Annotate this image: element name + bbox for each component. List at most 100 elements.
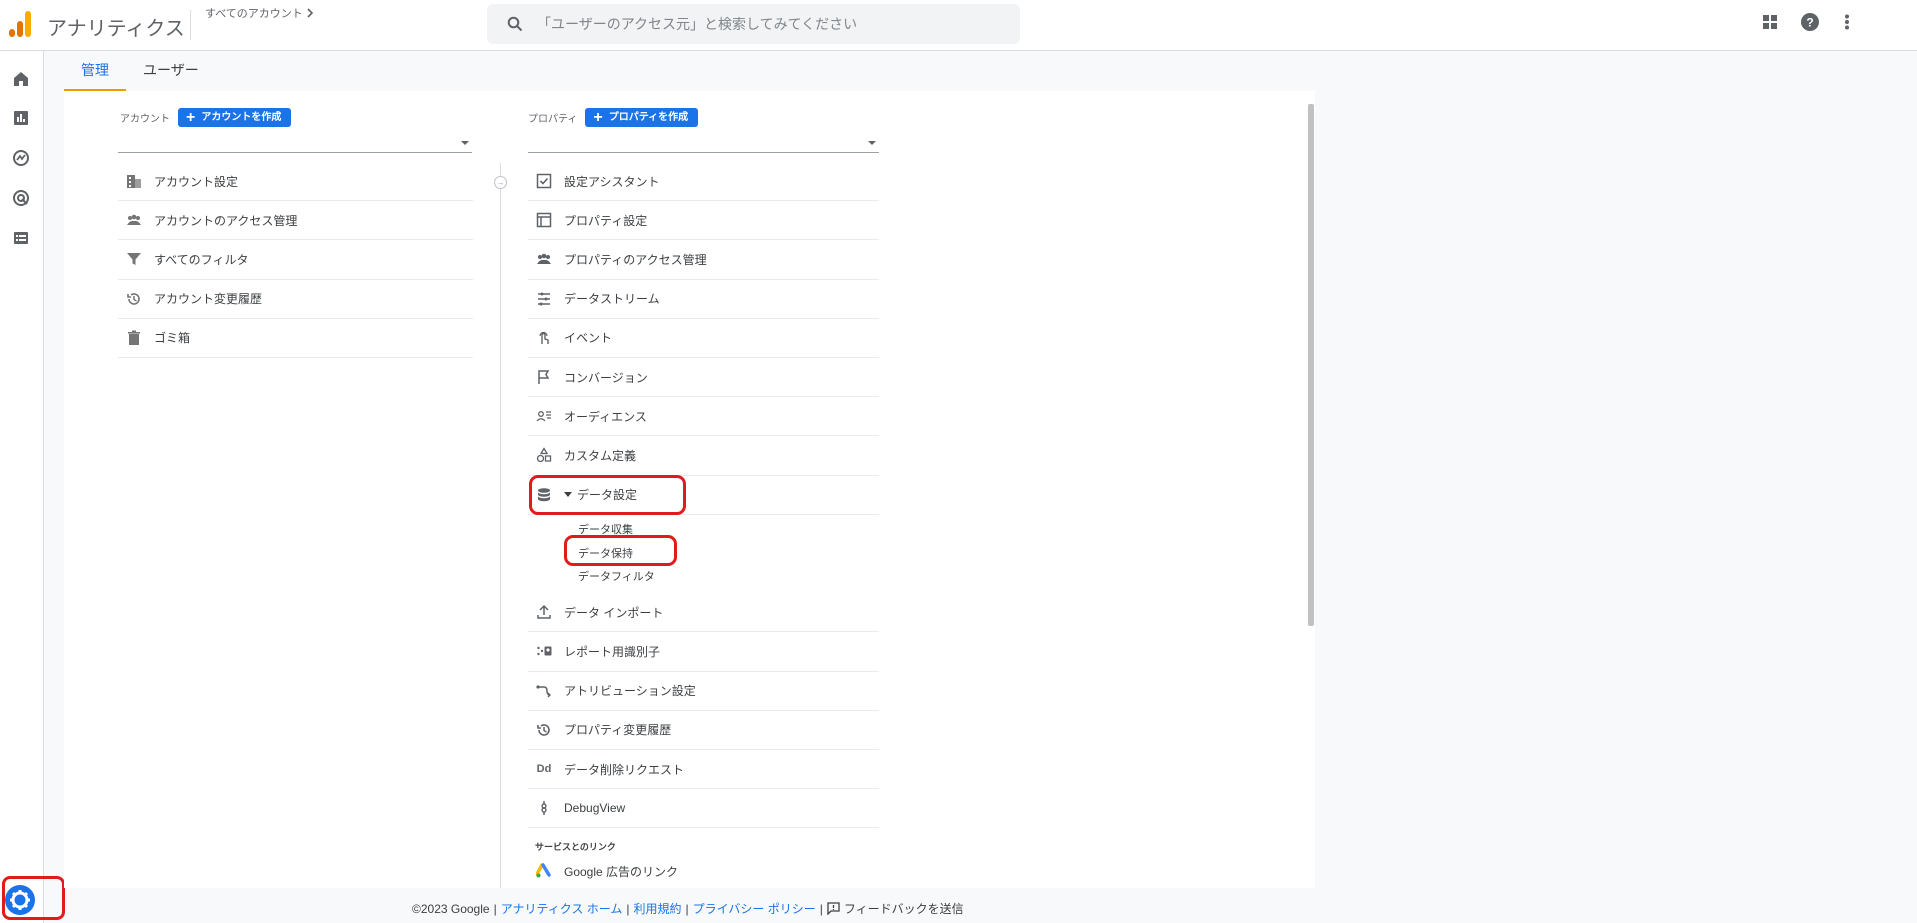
- menu-item-property-history[interactable]: プロパティ変更履歴: [528, 711, 879, 750]
- submenu-item-label: データ収集: [578, 524, 633, 537]
- explore-icon[interactable]: [11, 148, 31, 168]
- menu-item-property-access[interactable]: プロパティのアクセス管理: [528, 240, 879, 280]
- menu-item-debugview[interactable]: DebugView: [528, 789, 879, 829]
- account-column-header: アカウント + アカウントを作成: [120, 108, 292, 127]
- menu-item-label: コンバージョン: [564, 370, 648, 385]
- property-selector[interactable]: [528, 133, 879, 153]
- footer-separator: |: [626, 901, 630, 916]
- streams-icon: [534, 289, 554, 309]
- footer: ©2023 Google | アナリティクス ホーム | 利用規約 | プライバ…: [412, 900, 964, 917]
- caret-down-icon: [564, 492, 572, 498]
- menu-item-label: アカウントのアクセス管理: [154, 213, 298, 228]
- links-section-title: サービスとのリンク: [535, 842, 616, 853]
- plus-icon: +: [593, 109, 603, 126]
- menu-item-label: すべてのフィルタ: [154, 252, 249, 267]
- footer-link-terms[interactable]: 利用規約: [633, 900, 681, 917]
- touch-icon: [534, 328, 554, 348]
- account-selector[interactable]: [118, 133, 472, 153]
- menu-item-audiences[interactable]: オーディエンス: [528, 397, 879, 437]
- people-icon: [534, 249, 554, 269]
- menu-item-label: データ設定: [577, 488, 638, 503]
- more-vert-icon[interactable]: [1844, 14, 1850, 30]
- audience-icon: [534, 406, 554, 426]
- menu-item-label: データストリーム: [564, 292, 660, 307]
- submenu-item-data-retention[interactable]: データ保持: [528, 541, 879, 565]
- menu-item-conversions[interactable]: コンバージョン: [528, 358, 879, 398]
- menu-item-attribution-settings[interactable]: アトリビューション設定: [528, 672, 879, 711]
- menu-item-label: Google 広告のリンク: [564, 864, 679, 879]
- upload-icon: [534, 602, 554, 622]
- history-icon: [124, 289, 144, 309]
- create-account-button[interactable]: + アカウントを作成: [178, 108, 292, 127]
- create-property-label: プロパティを作成: [608, 112, 689, 123]
- menu-item-data-import[interactable]: データ インポート: [528, 593, 879, 633]
- menu-item-account-access[interactable]: アカウントのアクセス管理: [118, 201, 473, 241]
- configure-list-icon[interactable]: [11, 228, 31, 248]
- advertising-icon[interactable]: [11, 188, 31, 208]
- footer-link-home[interactable]: アナリティクス ホーム: [501, 900, 623, 917]
- menu-item-events[interactable]: イベント: [528, 319, 879, 358]
- menu-item-data-streams[interactable]: データストリーム: [528, 280, 879, 319]
- account-breadcrumb[interactable]: すべてのアカウント: [205, 5, 314, 21]
- app-title: アナリティクス: [47, 18, 185, 40]
- search-input[interactable]: [537, 4, 1007, 44]
- admin-button[interactable]: [2, 876, 65, 920]
- property-menu: 設定アシスタント プロパティ設定 プロパティのアクセス管理 データストリーム イ…: [528, 162, 879, 884]
- submenu-item-label: データ保持: [578, 547, 633, 560]
- trash-icon: [124, 328, 144, 348]
- property-column-header: プロパティ + プロパティを作成: [528, 108, 699, 127]
- footer-feedback[interactable]: フィードバックを送信: [827, 900, 964, 917]
- footer-separator: |: [493, 901, 497, 916]
- svg-text:?: ?: [1806, 16, 1813, 30]
- dd-icon: Dd: [536, 763, 552, 776]
- database-icon: [534, 485, 554, 505]
- caret-down-icon: [868, 141, 876, 145]
- menu-item-label: データ インポート: [564, 605, 664, 620]
- reports-icon[interactable]: [11, 108, 31, 128]
- caret-down-icon: [461, 141, 469, 145]
- tab-user[interactable]: ユーザー: [126, 52, 216, 91]
- menu-item-property-settings[interactable]: プロパティ設定: [528, 201, 879, 241]
- menu-item-label: カスタム定義: [564, 448, 637, 463]
- tab-admin[interactable]: 管理: [64, 52, 126, 91]
- search-box[interactable]: [487, 4, 1020, 44]
- help-icon[interactable]: ?: [1801, 13, 1819, 31]
- menu-item-account-history[interactable]: アカウント変更履歴: [118, 280, 473, 319]
- submenu-item-label: データフィルタ: [578, 571, 655, 584]
- menu-item-data-settings[interactable]: データ設定: [528, 476, 879, 515]
- submenu-item-data-filters[interactable]: データフィルタ: [528, 565, 879, 589]
- top-bar: アナリティクス すべてのアカウント ?: [0, 0, 1917, 51]
- home-icon[interactable]: [11, 69, 31, 89]
- menu-item-label: ゴミ箱: [154, 331, 191, 346]
- menu-item-account-settings[interactable]: アカウント設定: [118, 162, 473, 202]
- layout-icon: [534, 210, 554, 230]
- menu-item-label: データ削除リクエスト: [564, 762, 685, 777]
- footer-copyright: ©2023 Google: [412, 901, 490, 916]
- menu-item-trash[interactable]: ゴミ箱: [118, 319, 473, 358]
- menu-item-label: 設定アシスタント: [564, 174, 660, 189]
- create-property-button[interactable]: + プロパティを作成: [585, 108, 699, 127]
- footer-link-privacy[interactable]: プライバシー ポリシー: [693, 900, 816, 917]
- footer-feedback-label: フィードバックを送信: [843, 902, 964, 916]
- property-column-label: プロパティ: [528, 114, 578, 125]
- admin-tabs: 管理 ユーザー: [64, 52, 216, 91]
- menu-item-reporting-identity[interactable]: レポート用識別子: [528, 632, 879, 672]
- menu-item-label: アトリビューション設定: [564, 684, 696, 699]
- filter-icon: [124, 249, 144, 269]
- chevron-right-icon: [307, 8, 313, 18]
- menu-item-data-deletion[interactable]: Dd データ削除リクエスト: [528, 750, 879, 790]
- menu-item-custom-definitions[interactable]: カスタム定義: [528, 436, 879, 476]
- menu-item-google-ads-links[interactable]: Google 広告のリンク: [528, 858, 879, 884]
- column-divider: [500, 163, 501, 888]
- menu-item-label: アカウント設定: [154, 174, 239, 189]
- footer-separator: |: [685, 901, 689, 916]
- analytics-logo-icon[interactable]: [9, 11, 31, 37]
- scrollbar[interactable]: [1308, 104, 1314, 626]
- menu-item-label: レポート用識別子: [564, 644, 661, 659]
- apps-grid-icon[interactable]: [1762, 14, 1778, 30]
- menu-item-all-filters[interactable]: すべてのフィルタ: [118, 240, 473, 280]
- people-icon: [124, 210, 144, 230]
- menu-item-setup-assistant[interactable]: 設定アシスタント: [528, 162, 879, 202]
- create-account-label: アカウントを作成: [201, 112, 282, 123]
- submenu-item-data-collection[interactable]: データ収集: [528, 518, 879, 542]
